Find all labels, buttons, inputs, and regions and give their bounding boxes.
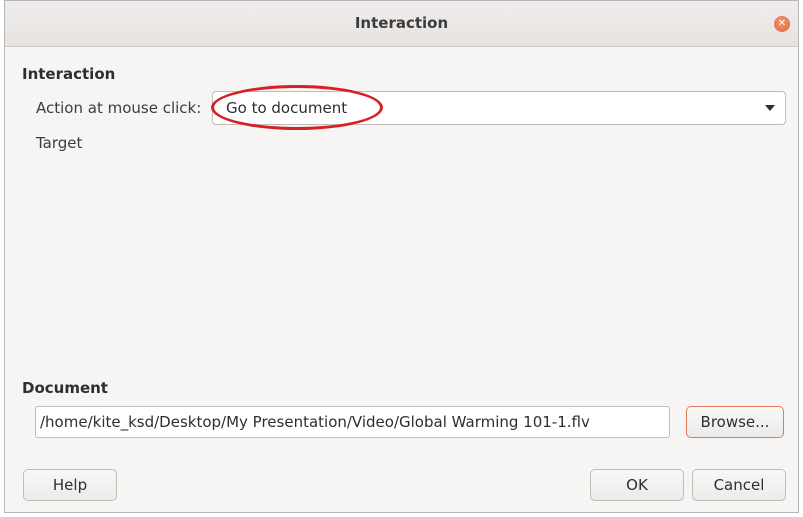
dialog-title: Interaction: [354, 14, 449, 32]
browse-button[interactable]: Browse...: [686, 406, 784, 438]
interaction-heading: Interaction: [22, 65, 116, 83]
chevron-down-icon[interactable]: [765, 105, 775, 111]
target-label: Target: [36, 134, 83, 152]
action-dropdown[interactable]: Go to document: [212, 91, 786, 125]
cancel-button[interactable]: Cancel: [692, 469, 786, 501]
help-button[interactable]: Help: [23, 469, 117, 501]
document-path-value: /home/kite_ksd/Desktop/My Presentation/V…: [40, 413, 590, 431]
title-bar: Interaction ✕: [5, 1, 798, 47]
document-path-field[interactable]: /home/kite_ksd/Desktop/My Presentation/V…: [35, 406, 670, 438]
document-heading: Document: [22, 379, 108, 397]
ok-button[interactable]: OK: [590, 469, 684, 501]
action-at-mouse-click-label: Action at mouse click:: [36, 99, 202, 117]
interaction-dialog: Interaction ✕ Interaction Action at mous…: [4, 0, 799, 513]
close-icon[interactable]: ✕: [774, 16, 790, 32]
action-dropdown-value: Go to document: [226, 99, 348, 117]
